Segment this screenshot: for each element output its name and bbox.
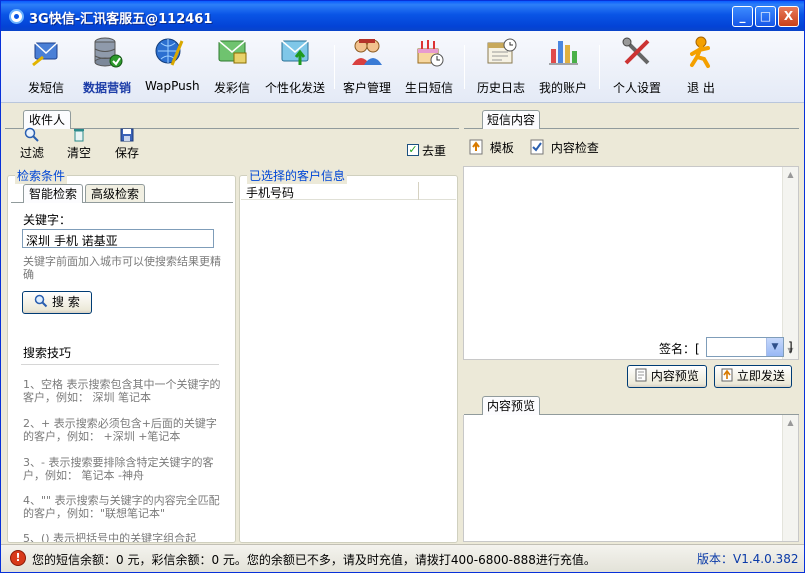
toolbar-personalized-send[interactable]: 个性化发送 [263, 35, 327, 99]
dedupe-checkbox[interactable]: ✓ [407, 144, 419, 156]
content-preview-label: 内容预览 [650, 369, 699, 383]
chevron-down-icon[interactable]: ▼ [766, 338, 783, 356]
mms-icon [215, 35, 249, 69]
send-now-label: 立即发送 [736, 369, 785, 383]
tab-advanced-search[interactable]: 高级检索 [85, 184, 145, 203]
toolbar-personal-settings[interactable]: 个人设置 [611, 35, 663, 99]
status-bar: ! 您的短信余额：0 元，彩信余额：0 元。您的余额已不多，请及时充值，请拨打4… [1, 544, 804, 572]
search-conditions-legend: 检索条件 [15, 167, 68, 184]
content-check-button[interactable]: 内容检查 [530, 139, 599, 156]
app-logo-icon [9, 9, 24, 24]
tip-item: 4、"" 表示搜索与关键字的内容完全匹配的客户，例如："联想笔记本" [23, 494, 220, 520]
customers-table-header: 手机号码 [241, 182, 456, 200]
search-icon [34, 294, 48, 308]
database-icon [90, 35, 124, 69]
save-button[interactable]: 保存 [112, 127, 142, 161]
toolbar-separator [599, 45, 600, 89]
dedupe-label: 去重 [422, 144, 447, 158]
toolbar-exit[interactable]: 退 出 [681, 35, 721, 99]
toolbar-history-log[interactable]: 历史日志 [475, 35, 527, 99]
toolbar-separator [334, 45, 335, 89]
tools-settings-icon [620, 35, 654, 69]
signature-select[interactable]: ▼ [706, 337, 784, 357]
balance-message: 您的短信余额：0 元，彩信余额：0 元。您的余额已不多，请及时充值，请拨打400… [32, 553, 596, 567]
content-check-icon [530, 139, 544, 155]
birthday-cake-icon [412, 35, 446, 69]
content-preview-button[interactable]: 内容预览 [627, 365, 707, 388]
account-chart-icon [546, 35, 580, 69]
maximize-button[interactable]: □ [755, 6, 776, 27]
toolbar-send-mms[interactable]: 发彩信 [211, 35, 253, 99]
toolbar-birthday-sms[interactable]: 生日短信 [403, 35, 455, 99]
tab-underline [11, 202, 23, 203]
tip-item: 3、- 表示搜索要排除含特定关键字的客户，例如： 笔记本 -神舟 [23, 456, 214, 482]
selected-customers-panel [239, 175, 458, 543]
send-now-button[interactable]: 立即发送 [714, 365, 792, 388]
tab-underline [83, 202, 233, 203]
trash-icon [71, 127, 87, 143]
keyword-label: 关键字： [23, 213, 72, 227]
warning-icon: ! [10, 550, 26, 566]
scrollbar[interactable]: ▲ [782, 415, 798, 541]
tip-item: 2、+ 表示搜索必须包含+后面的关键字的客户，例如： +深圳 +笔记本 [23, 417, 217, 443]
personal-send-icon [278, 35, 312, 69]
minimize-button[interactable]: _ [732, 6, 753, 27]
title-bar: 3G快信-汇讯客服五@112461 _ □ X [1, 1, 804, 31]
filter-button[interactable]: 过滤 [17, 127, 47, 161]
toolbar-send-sms[interactable]: 发短信 [25, 35, 67, 99]
version-label: 版本：V1.4.0.382 [697, 552, 799, 566]
column-divider [418, 182, 419, 200]
keyword-hint: 关键字前面加入城市可以使搜索结果更精确 [23, 255, 221, 281]
send-arrow-icon [721, 368, 733, 382]
tab-smart-search[interactable]: 智能检索 [23, 184, 83, 203]
search-filter-icon [24, 127, 40, 143]
tab-sms-content[interactable]: 短信内容 [482, 110, 540, 129]
clear-button[interactable]: 清空 [64, 127, 94, 161]
exit-icon [684, 35, 718, 69]
tab-content-preview[interactable]: 内容预览 [482, 396, 540, 415]
tip-item: 5、() 表示把括号中的关键字组合起 [23, 532, 197, 542]
tips-divider [21, 364, 219, 365]
toolbar-my-account[interactable]: 我的账户 [537, 35, 589, 99]
tip-item: 1、空格 表示搜索包含其中一个关键字的客户，例如： 深圳 笔记本 [23, 378, 221, 404]
wap-push-icon [152, 35, 186, 69]
toolbar-separator [464, 45, 465, 89]
preview-doc-icon [635, 368, 647, 382]
template-icon [469, 139, 483, 155]
signature-close: ] [788, 340, 793, 354]
toolbar-data-marketing[interactable]: 数据营销 [81, 35, 133, 99]
app-window: 3G快信-汇讯客服五@112461 _ □ X 发短信 数据营销 WapPush [0, 0, 805, 573]
search-button[interactable]: 搜 索 [22, 291, 92, 314]
signature-label: 签名：[ [659, 342, 700, 356]
scroll-up-arrow-icon[interactable]: ▲ [783, 167, 798, 183]
template-label: 模板 [489, 141, 514, 155]
toolbar-customer-management[interactable]: 客户管理 [341, 35, 393, 99]
column-phone-number[interactable]: 手机号码 [246, 184, 294, 201]
window-title: 3G快信-汇讯客服五@112461 [29, 12, 213, 27]
sms-content-textarea[interactable]: ▲ ▼ [463, 166, 799, 360]
main-toolbar: 发短信 数据营销 WapPush 发彩信 个性化发送 客户管理 生日短信 历史日… [1, 31, 804, 103]
template-button[interactable]: 模板 [469, 139, 514, 156]
close-button[interactable]: X [778, 6, 799, 27]
send-sms-icon [29, 35, 63, 69]
content-check-label: 内容检查 [550, 141, 599, 155]
scroll-up-arrow-icon[interactable]: ▲ [783, 415, 798, 431]
content-preview-area: ▲ [463, 415, 799, 542]
history-log-icon [484, 35, 518, 69]
toolbar-wappush[interactable]: WapPush [145, 35, 200, 99]
keyword-input[interactable]: 深圳 手机 诺基亚 [22, 229, 214, 248]
tab-underline [540, 128, 799, 129]
search-button-label: 搜 索 [52, 295, 80, 309]
tips-title: 搜索技巧 [23, 346, 72, 360]
customers-icon [350, 35, 384, 69]
tab-underline [464, 128, 482, 129]
save-icon [119, 127, 135, 143]
scrollbar[interactable]: ▲ ▼ [782, 167, 798, 359]
